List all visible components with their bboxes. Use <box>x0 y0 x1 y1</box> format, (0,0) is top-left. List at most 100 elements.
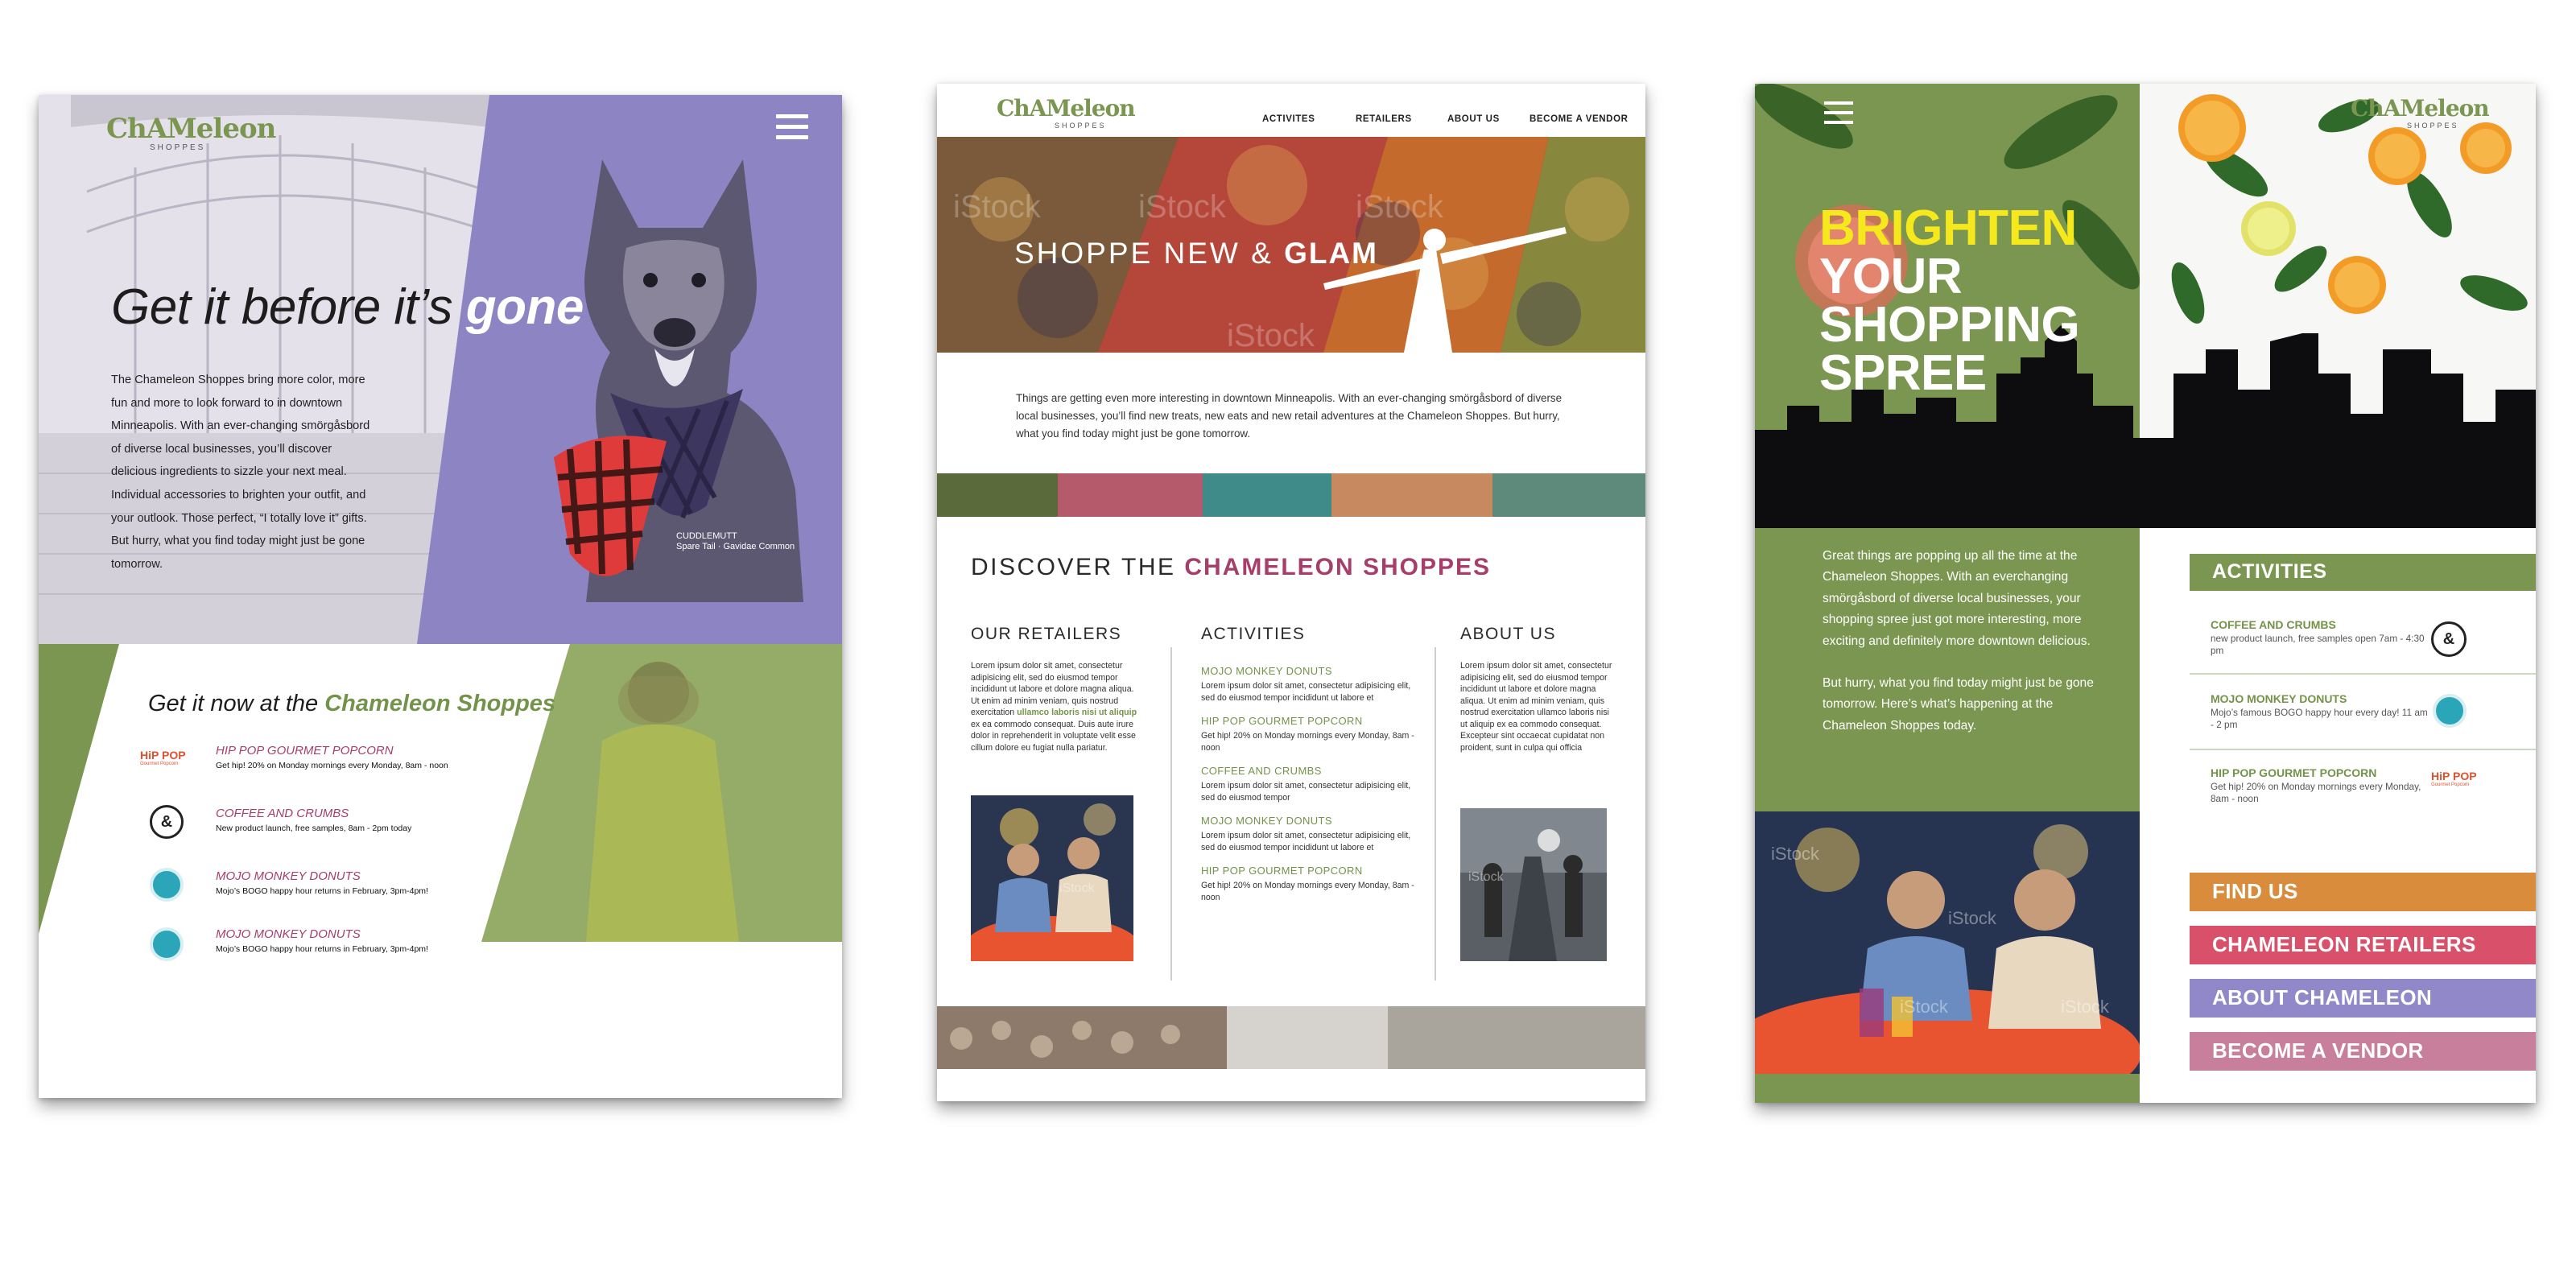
hero-title-text: Get it before it’s <box>111 279 466 335</box>
nav-about-us[interactable]: ABOUT US <box>1447 114 1500 124</box>
logo-letters: ChAMeleon <box>106 113 276 145</box>
caption-line-1: CUDDLEMUTT <box>676 531 737 541</box>
svg-text:iStock: iStock <box>1468 870 1505 884</box>
mockup-brighten-green: ChAMeleon SHOPPES BRIGHTEN YOUR SHOPPING… <box>1755 84 2536 1103</box>
brand-logo[interactable]: ChAMeleon SHOPPES <box>106 113 276 152</box>
hero-headline: BRIGHTEN YOUR SHOPPING SPREE <box>1819 200 2080 401</box>
mojo-monkey-icon <box>150 927 184 961</box>
headline-line-1: BRIGHTEN <box>1819 200 2077 256</box>
list-item-desc: New product launch, free samples, 8am - … <box>216 824 412 833</box>
hip-pop-icon-sub: Gourmet Popcorn <box>140 762 179 766</box>
list-item[interactable]: COFFEE AND CRUMBS New product launch, fr… <box>216 807 554 833</box>
hamburger-menu-icon[interactable] <box>1824 101 1853 127</box>
list-item[interactable]: HIP POP GOURMET POPCORN Get hip! 20% on … <box>216 744 554 770</box>
street-crowd-photo: iStock <box>1460 808 1607 961</box>
watermark: iStock <box>1356 189 1444 225</box>
list-item-title: MOJO MONKEY DONUTS <box>216 927 361 941</box>
list-item-title: HIP POP GOURMET POPCORN <box>216 744 394 758</box>
mockup-landing-purple: ChAMeleon SHOPPES Get it before it’s gon… <box>39 95 842 1098</box>
svg-text:iStock: iStock <box>1059 881 1096 895</box>
activity-item[interactable]: COFFEE AND CRUMBS Lorem ipsum dolor sit … <box>1201 765 1420 803</box>
activity-item[interactable]: MOJO MONKEY DONUTS Lorem ipsum dolor sit… <box>1201 815 1420 853</box>
logo-sub: SHOPPES <box>2407 122 2459 130</box>
list-item-title: MOJO MONKEY DONUTS <box>216 869 361 883</box>
intro-copy: Great things are popping up all the time… <box>1823 546 2096 737</box>
divider <box>2190 673 2536 675</box>
svg-text:iStock: iStock <box>1900 997 1949 1017</box>
activity-desc: Get hip! 20% on Monday mornings every Mo… <box>2211 781 2421 804</box>
activity-item[interactable]: COFFEE AND CRUMBS new product launch, fr… <box>2211 618 2428 657</box>
activity-title: HIP POP GOURMET POPCORN <box>2211 766 2377 779</box>
activity-desc: Lorem ipsum dolor sit amet, consectetur … <box>1201 681 1411 703</box>
brand-logo[interactable]: ChAMeleon SHOPPES <box>997 95 1136 130</box>
hero-section: ChAMeleon SHOPPES Get it before it’s gon… <box>39 95 842 644</box>
hero-title: Get it before it’s gone <box>111 279 584 336</box>
banner-title-text: SHOPPE NEW & <box>1014 237 1285 270</box>
activity-item[interactable]: HIP POP GOURMET POPCORN Get hip! 20% on … <box>1201 865 1420 903</box>
fabric-strip-image <box>937 473 1645 517</box>
caption-line-2: Spare Tail · Gavidae Common <box>676 542 795 551</box>
list-item-desc: Get hip! 20% on Monday mornings every Mo… <box>216 761 448 770</box>
activity-desc: new product launch, free samples open 7a… <box>2211 633 2425 656</box>
column-heading-about: ABOUT US <box>1460 625 1556 643</box>
activity-title: MOJO MONKEY DONUTS <box>2211 692 2347 705</box>
hip-pop-icon-top: HiP POP <box>2431 770 2477 782</box>
become-a-vendor-button[interactable]: BECOME A VENDOR <box>2190 1032 2536 1071</box>
watermark: iStock <box>1227 318 1315 353</box>
retailers-text: Lorem ipsum dolor sit amet, consectetur … <box>971 660 1141 753</box>
about-chameleon-button[interactable]: ABOUT CHAMELEON <box>2190 979 2536 1018</box>
headline-line-4: SPREE <box>1819 345 1987 401</box>
svg-text:iStock: iStock <box>2061 997 2110 1017</box>
hip-pop-icon-top: HiP POP <box>140 749 186 762</box>
divider <box>2190 749 2536 750</box>
list-item[interactable]: MOJO MONKEY DONUTS Mojo’s BOGO happy hou… <box>216 927 554 954</box>
brand-logo[interactable]: ChAMeleon SHOPPES <box>2351 95 2490 130</box>
retailers-text-b: ex ea commodo consequat. Duis aute irure… <box>971 719 1136 753</box>
section-title: DISCOVER THE CHAMELEON SHOPPES <box>971 554 1491 581</box>
activity-desc: Mojo’s famous BOGO happy hour every day!… <box>2211 707 2428 730</box>
nav-become-a-vendor[interactable]: BECOME A VENDOR <box>1530 114 1629 124</box>
hip-pop-icon-sub: Gourmet Popcorn <box>2431 782 2470 787</box>
banner-title: SHOPPE NEW & GLAM <box>1014 237 1378 270</box>
hamburger-menu-icon[interactable] <box>776 114 808 142</box>
svg-text:iStock: iStock <box>1948 908 1997 928</box>
list-item-desc: Mojo’s BOGO happy hour returns in Februa… <box>216 886 428 896</box>
activity-item[interactable]: MOJO MONKEY DONUTS Mojo’s famous BOGO ha… <box>2211 692 2428 731</box>
activity-item[interactable]: HIP POP GOURMET POPCORN Get hip! 20% on … <box>1201 715 1420 753</box>
watermark: iStock <box>1138 189 1227 225</box>
mojo-monkey-icon <box>2433 694 2467 728</box>
headline-line-3: SHOPPING <box>1819 297 2080 353</box>
logo-wordmark: ChAMeleon <box>997 95 1136 122</box>
hero-body: The Chameleon Shoppes bring more color, … <box>111 374 370 571</box>
watermark: iStock <box>953 189 1042 225</box>
activity-item[interactable]: HIP POP GOURMET POPCORN Get hip! 20% on … <box>2211 766 2428 805</box>
about-text: Lorem ipsum dolor sit amet, consectetur … <box>1460 661 1612 753</box>
activity-title: HIP POP GOURMET POPCORN <box>1201 865 1363 877</box>
hip-pop-icon: HiP POP Gourmet Popcorn <box>2431 770 2479 797</box>
activity-desc: Lorem ipsum dolor sit amet, consectetur … <box>1201 831 1411 852</box>
nav-activities[interactable]: ACTIVITES <box>1262 114 1315 124</box>
activity-title: HIP POP GOURMET POPCORN <box>1201 715 1363 727</box>
logo-sub: SHOPPES <box>1055 122 1107 130</box>
couple-dining-photo: iStock <box>971 795 1133 961</box>
logo-wordmark: ChAMeleon <box>2351 95 2490 122</box>
column-divider <box>1170 647 1172 980</box>
coffee-and-crumbs-icon: & <box>2431 621 2467 657</box>
hero-title-emphasis: gone <box>465 279 584 335</box>
activity-item[interactable]: MOJO MONKEY DONUTS Lorem ipsum dolor sit… <box>1201 665 1420 704</box>
mockup-website-white: ChAMeleon SHOPPES ACTIVITES RETAILERS AB… <box>937 84 1645 1101</box>
list-item-desc: Mojo’s BOGO happy hour returns in Februa… <box>216 944 428 954</box>
chameleon-retailers-button[interactable]: CHAMELEON RETAILERS <box>2190 926 2536 964</box>
mojo-monkey-icon <box>150 868 184 902</box>
list-item[interactable]: MOJO MONKEY DONUTS Mojo’s BOGO happy hou… <box>216 869 554 896</box>
retailers-text-highlight: ullamco laboris nisi ut aliquip <box>1017 708 1137 717</box>
find-us-button[interactable]: FIND US <box>2190 873 2536 911</box>
nav-retailers[interactable]: RETAILERS <box>1356 114 1412 124</box>
subsection-title: Get it now at the Chameleon Shoppes <box>148 691 555 717</box>
activity-title: MOJO MONKEY DONUTS <box>1201 665 1332 677</box>
activity-title: COFFEE AND CRUMBS <box>1201 765 1322 777</box>
intro-paragraph-1: Great things are popping up all the time… <box>1823 549 2091 648</box>
column-heading-activities: ACTIVITIES <box>1201 625 1306 643</box>
column-divider <box>1435 647 1436 980</box>
intro-paragraph-2: But hurry, what you find today might jus… <box>1823 676 2094 733</box>
